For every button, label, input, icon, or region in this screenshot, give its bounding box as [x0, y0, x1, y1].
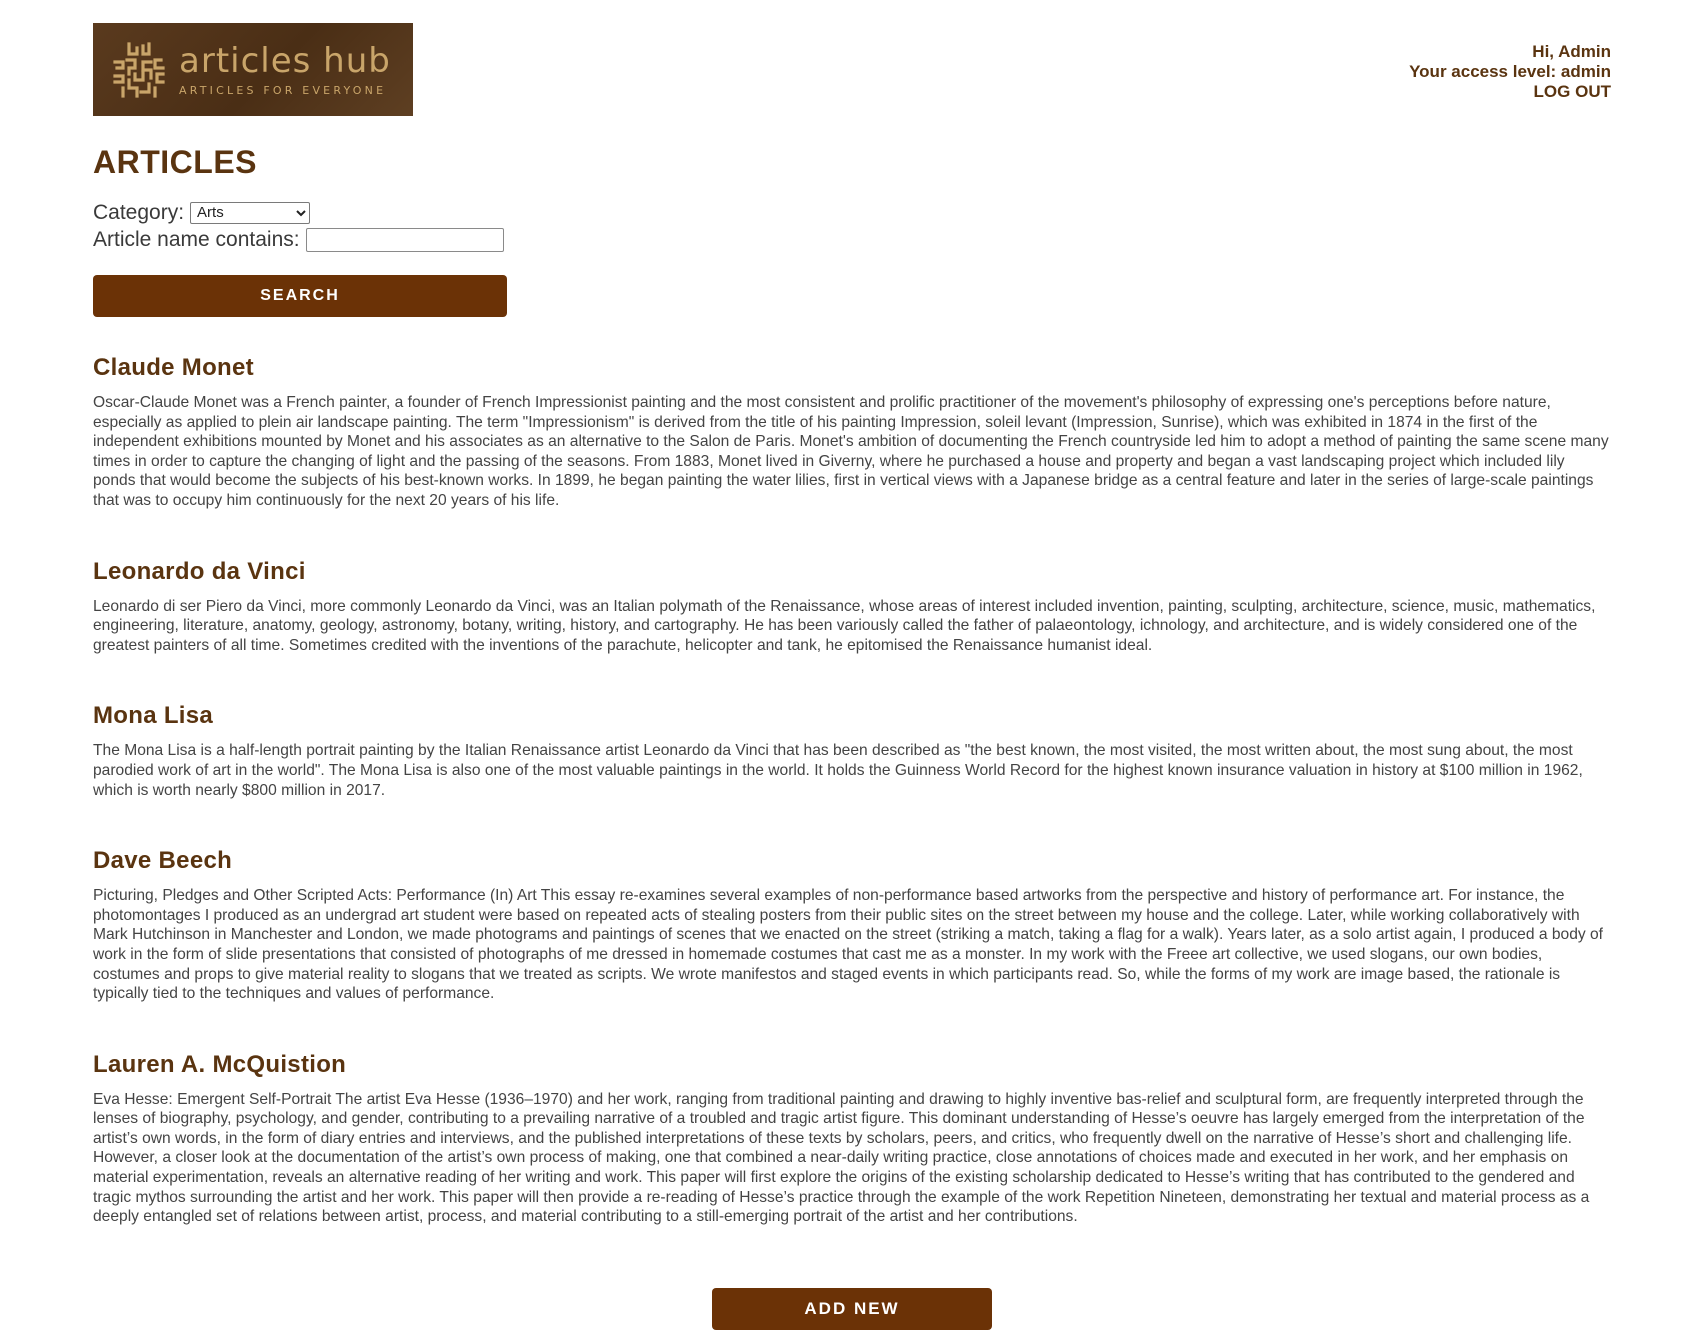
article-body: Eva Hesse: Emergent Self-Portrait The ar… — [93, 1090, 1590, 1226]
category-select[interactable]: Arts — [190, 201, 311, 224]
article-title[interactable]: Dave Beech — [93, 846, 1611, 876]
article-filter-form: Category: Arts Article name contains: SE… — [93, 199, 1611, 317]
article-title[interactable]: Leonardo da Vinci — [93, 557, 1611, 587]
article-title[interactable]: Lauren A. McQuistion — [93, 1050, 1611, 1080]
article-body: The Mona Lisa is a half-length portrait … — [93, 742, 1583, 799]
add-new-button[interactable]: ADD NEW — [712, 1288, 992, 1330]
article-item: Leonardo da Vinci Leonardo di ser Piero … — [93, 557, 1611, 656]
site-header: articles hub ARTICLES FOR EVERYONE Hi, A… — [93, 0, 1611, 132]
page: articles hub ARTICLES FOR EVERYONE Hi, A… — [93, 0, 1611, 1330]
article-body: Leonardo di ser Piero da Vinci, more com… — [93, 597, 1596, 654]
category-row: Category: Arts — [93, 199, 1611, 226]
article-title[interactable]: Claude Monet — [93, 353, 1611, 383]
article-item: Claude Monet Oscar-Claude Monet was a Fr… — [93, 353, 1611, 511]
maze-knot-icon — [113, 41, 165, 98]
site-logo[interactable]: articles hub ARTICLES FOR EVERYONE — [93, 23, 413, 116]
article-body: Oscar-Claude Monet was a French painter,… — [93, 394, 1609, 509]
article-list: Claude Monet Oscar-Claude Monet was a Fr… — [93, 353, 1611, 1227]
article-body: Picturing, Pledges and Other Scripted Ac… — [93, 887, 1603, 1003]
user-info: Hi, Admin Your access level: admin LOG O… — [1409, 42, 1611, 102]
logout-link[interactable]: LOG OUT — [1409, 82, 1611, 102]
article-item: Mona Lisa The Mona Lisa is a half-length… — [93, 701, 1611, 800]
page-title: ARTICLES — [93, 144, 257, 180]
article-item: Lauren A. McQuistion Eva Hesse: Emergent… — [93, 1050, 1611, 1227]
logo-tagline: ARTICLES FOR EVERYONE — [179, 84, 387, 97]
logo-text: articles hub ARTICLES FOR EVERYONE — [179, 42, 391, 97]
article-item: Dave Beech Picturing, Pledges and Other … — [93, 846, 1611, 1004]
search-button[interactable]: SEARCH — [93, 275, 507, 317]
access-level: Your access level: admin — [1409, 62, 1611, 81]
name-filter-label: Article name contains: — [93, 227, 300, 251]
name-filter-input[interactable] — [305, 227, 504, 252]
name-filter-row: Article name contains: — [93, 226, 1611, 253]
category-label: Category: — [93, 200, 185, 224]
article-title[interactable]: Mona Lisa — [93, 701, 1611, 731]
user-greeting: Hi, Admin — [1532, 42, 1611, 61]
logo-title: articles hub — [179, 41, 391, 81]
